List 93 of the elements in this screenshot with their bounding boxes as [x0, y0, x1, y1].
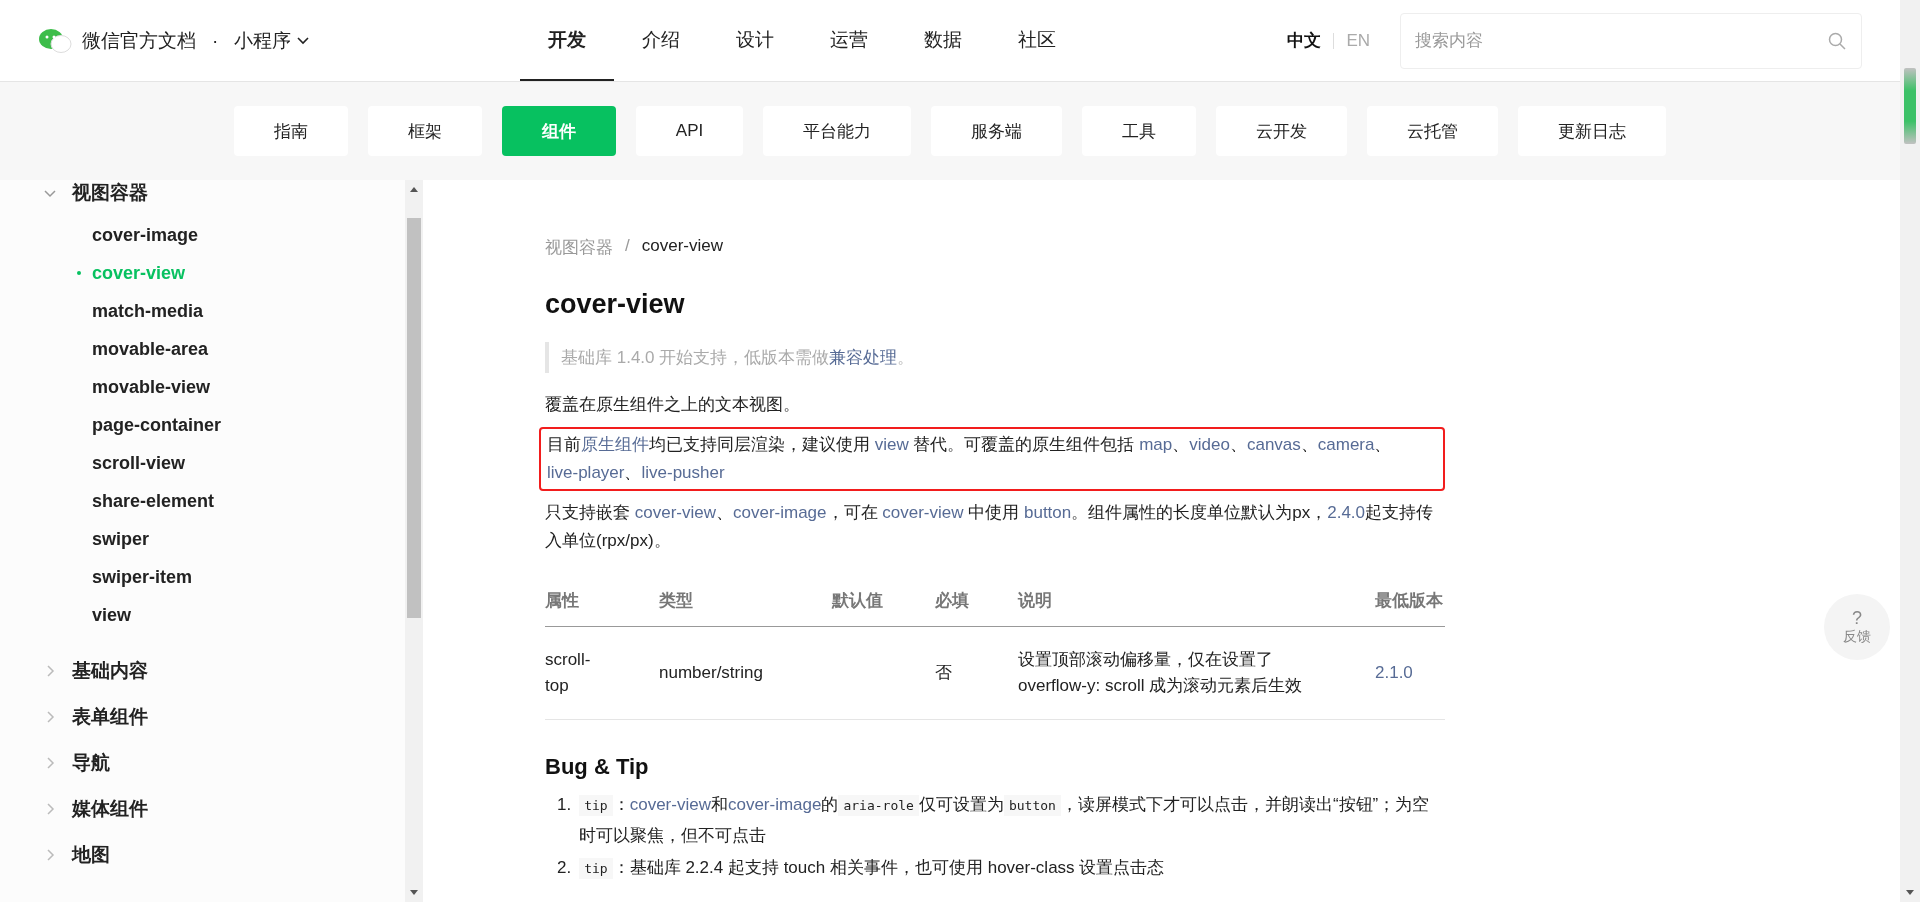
version-link[interactable]: 2.1.0 [1375, 663, 1413, 682]
sidebar-item[interactable]: page-container [0, 406, 405, 444]
sidebar-group[interactable]: 媒体组件 [0, 786, 405, 832]
chevron-down-icon [44, 187, 56, 199]
link[interactable]: view [874, 435, 909, 454]
sidebar-item[interactable]: scroll-view [0, 444, 405, 482]
paragraph: 只支持嵌套 cover-view、cover-image，可在 cover-view 中使用 button。组件属性的长度单位默认为px，2.4.0起支持传入单位(rpx/px)。 [545, 502, 1434, 552]
tip-text: tip ：基础库 2.2.4 起支持 touch 相关事件，也可使用 hover-class 设置点击态 [579, 853, 1165, 884]
version-note: 基础库 1.4.0 开始支持，低版本需做兼容处理。 [545, 342, 1445, 373]
category-tab[interactable]: 工具 [1082, 106, 1197, 156]
nav-tab[interactable]: 介绍 [614, 0, 708, 81]
column-header: 属性 [545, 571, 659, 627]
nav-tab[interactable]: 社区 [990, 0, 1084, 81]
category-tab[interactable]: 平台能力 [763, 106, 912, 156]
column-header: 最低版本 [1375, 571, 1445, 627]
table-cell-text: scroll-top [545, 649, 592, 697]
chevron-right-icon [44, 849, 56, 861]
inline-code: button [1003, 795, 1061, 816]
sidebar-item[interactable]: swiper [0, 520, 405, 558]
sidebar-item[interactable]: cover-image [0, 216, 405, 254]
breadcrumb-separator: / [625, 236, 630, 257]
link[interactable]: map [1139, 435, 1173, 454]
category-tab[interactable]: 服务端 [931, 106, 1063, 156]
separator-dot: · [212, 29, 219, 52]
link[interactable]: video [1189, 435, 1230, 454]
table-cell: 否 [935, 663, 952, 682]
breadcrumb-link[interactable]: cover-view [641, 236, 723, 259]
sidebar-group[interactable]: 表单组件 [0, 694, 405, 740]
search-field[interactable]: 搜索内容 [1400, 12, 1862, 69]
sidebar-item[interactable]: movable-view [0, 368, 405, 406]
section-heading: Bug & Tip [545, 754, 650, 780]
link[interactable]: cover-view [634, 503, 716, 522]
category-tab[interactable]: API [635, 106, 744, 156]
sidebar-item[interactable]: match-media [0, 292, 405, 330]
column-header: 说明 [1018, 571, 1375, 627]
link[interactable]: 原生组件 [581, 435, 649, 454]
scroll-up-arrow-icon[interactable] [409, 185, 419, 193]
scroll-down-arrow-icon[interactable] [1905, 889, 1915, 897]
column-header: 必填 [935, 571, 1018, 627]
link[interactable]: 兼容处理 [829, 348, 898, 367]
category-tab[interactable]: 框架 [367, 106, 482, 156]
category-tab[interactable]: 云托管 [1367, 106, 1499, 156]
link[interactable]: cover-view [882, 503, 964, 522]
chevron-right-icon [44, 757, 56, 769]
link[interactable]: cover-image [727, 795, 822, 814]
page-scrollbar[interactable] [1900, 0, 1920, 902]
link[interactable]: button [1023, 503, 1072, 522]
language-option[interactable]: 中文 [1275, 29, 1334, 52]
category-tab[interactable]: 更新日志 [1518, 106, 1667, 156]
sidebar-group[interactable]: 地图 [0, 832, 405, 878]
sidebar-item[interactable]: view [0, 596, 405, 634]
scrollbar-thumb[interactable] [1904, 68, 1916, 144]
chevron-down-icon [297, 36, 310, 45]
inline-code: aria-role [838, 795, 919, 816]
search-icon[interactable] [1828, 31, 1846, 50]
link[interactable]: camera [1317, 435, 1375, 454]
sidebar-item[interactable]: share-element [0, 482, 405, 520]
chevron-right-icon [44, 711, 56, 723]
paragraph: 覆盖在原生组件之上的文本视图。 [545, 394, 801, 416]
link[interactable]: 2.4.0 [1327, 503, 1365, 522]
list-number: 2. [557, 857, 572, 879]
highlighted-paragraph: 目前原生组件均已支持同层渲染，建议使用 view 替代。可覆盖的原生组件包括 map、video、canvas、camera、 live-player、live-pusher [539, 427, 1445, 491]
sidebar-item[interactable]: swiper-item [0, 558, 405, 596]
link[interactable]: cover-image [733, 503, 827, 522]
scroll-down-arrow-icon[interactable] [409, 889, 419, 897]
chat-bubbles-logo-icon [38, 27, 72, 54]
link[interactable]: canvas [1246, 435, 1301, 454]
nav-tab[interactable]: 设计 [708, 0, 802, 81]
category-tab[interactable]: 指南 [233, 106, 348, 156]
chevron-right-icon [44, 665, 56, 677]
page-title: cover-view [545, 289, 686, 320]
category-tab[interactable]: 云开发 [1216, 106, 1348, 156]
chevron-right-icon [44, 803, 56, 815]
column-header: 默认值 [832, 571, 935, 627]
product-dropdown[interactable]: 小程序 [234, 27, 310, 54]
inline-code: tip [579, 795, 613, 816]
link[interactable]: live-player [547, 463, 625, 482]
column-header: 类型 [659, 571, 832, 627]
sidebar-group[interactable]: 视图容器 [0, 180, 405, 216]
site-title[interactable]: 微信官方文档 [82, 27, 196, 54]
sidebar-group[interactable]: 导航 [0, 740, 405, 786]
list-number: 1. [557, 794, 572, 816]
sidebar-scrollbar[interactable] [405, 180, 423, 902]
sidebar-group[interactable]: 基础内容 [0, 648, 405, 694]
inline-code: tip [579, 858, 613, 879]
sidebar-item[interactable]: movable-area [0, 330, 405, 368]
table-cell: number/string [659, 663, 763, 682]
nav-tab[interactable]: 数据 [896, 0, 990, 81]
link[interactable]: live-pusher [641, 463, 725, 482]
link[interactable]: cover-view [629, 795, 711, 814]
table-cell: 设置顶部滚动偏移量，仅在设置了 overflow-y: scroll 成为滚动元素后生效 [1018, 650, 1303, 695]
nav-tab[interactable]: 运营 [802, 0, 896, 81]
tip-text: tip ：cover-view和cover-image的 aria-role 仅可设置为 button ，读屏模式下才可以点击，并朗读出“按钮”；为空时可以聚焦，但不可点击 [579, 794, 1431, 847]
